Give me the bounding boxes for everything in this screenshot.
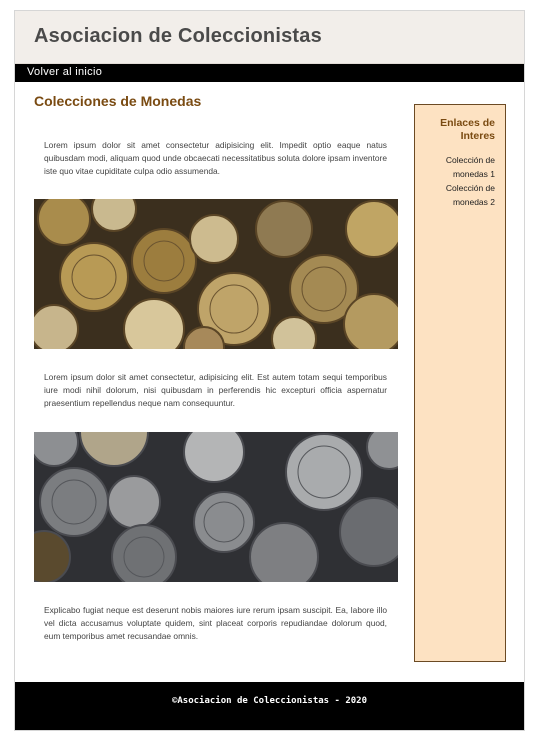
page-container: Asociacion de Coleccionistas Volver al i…	[14, 10, 525, 731]
collection-link-2[interactable]: Colección de monedas 2	[446, 183, 495, 207]
sidebar-link-item: Colección de monedas 2	[415, 181, 495, 209]
section-heading: Colecciones de Monedas	[34, 93, 202, 109]
paragraph-3: Explicabo fugiat neque est deserunt nobi…	[44, 605, 387, 641]
site-footer: ©Asociacion de Coleccionistas - 2020	[15, 682, 524, 730]
footer-copyright: ©Asociacion de Coleccionistas - 2020	[171, 696, 368, 706]
coins-silver-image	[34, 432, 398, 582]
sidebar-link-item: Colección de monedas 1	[415, 153, 495, 181]
links-sidebar: Enlaces de Interes Colección de monedas …	[414, 104, 506, 662]
paragraph-1: Lorem ipsum dolor sit amet consectetur a…	[44, 140, 387, 176]
sidebar-title: Enlaces de Interes	[440, 117, 495, 142]
coins-gold-image	[34, 199, 398, 349]
paragraph-2: Lorem ipsum dolor sit amet consectetur, …	[44, 372, 387, 408]
site-header: Asociacion de Coleccionistas	[15, 11, 524, 64]
sidebar-links: Colección de monedas 1 Colección de mone…	[415, 153, 495, 209]
main-content: Colecciones de Monedas Lorem ipsum dolor…	[34, 93, 398, 641]
home-link[interactable]: Volver al inicio	[27, 66, 102, 78]
collection-link-1[interactable]: Colección de monedas 1	[446, 155, 495, 179]
site-title: Asociacion de Coleccionistas	[34, 25, 322, 47]
nav-bar: Volver al inicio	[15, 64, 524, 82]
